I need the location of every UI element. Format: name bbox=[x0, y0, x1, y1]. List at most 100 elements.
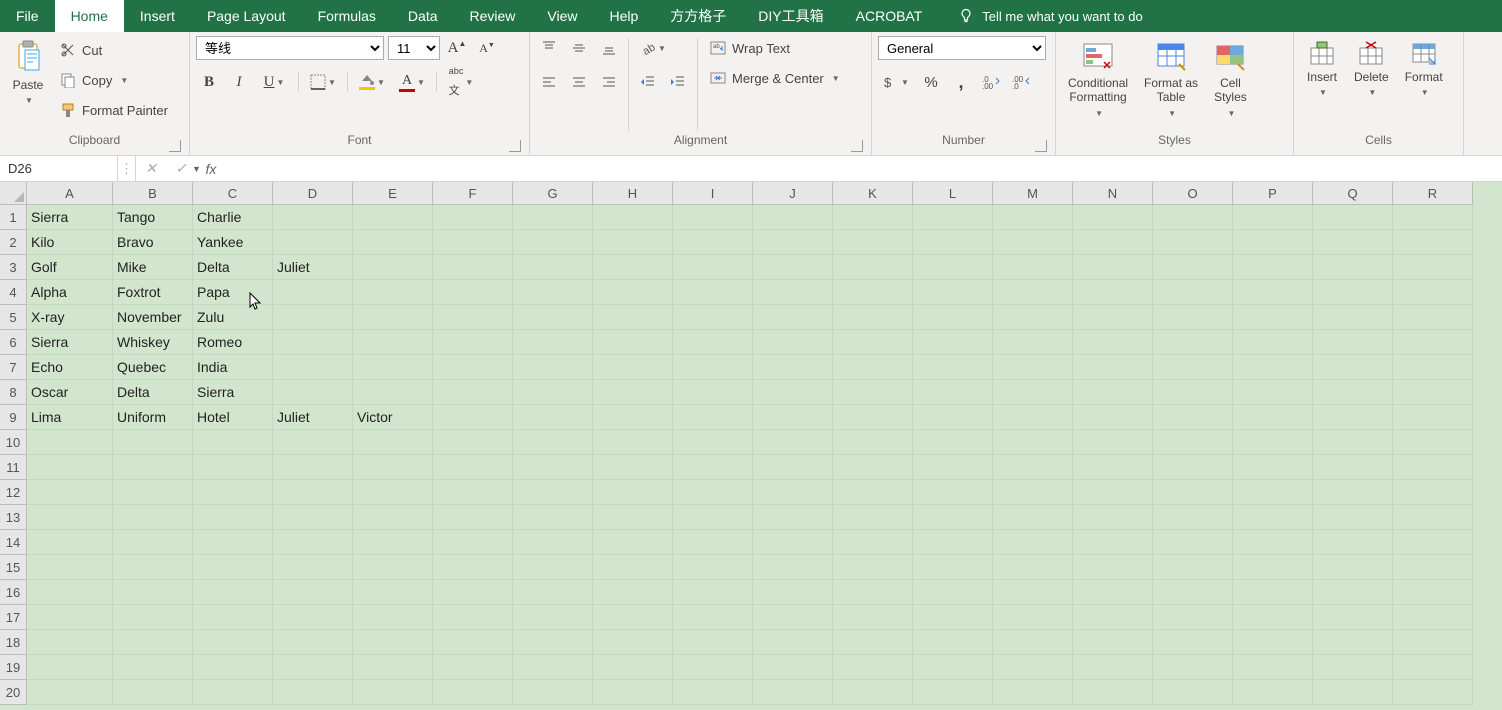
cell[interactable] bbox=[433, 430, 513, 455]
cell[interactable] bbox=[753, 280, 833, 305]
cell[interactable] bbox=[113, 530, 193, 555]
cell[interactable] bbox=[513, 555, 593, 580]
cell[interactable] bbox=[753, 605, 833, 630]
cell[interactable] bbox=[993, 255, 1073, 280]
cell[interactable] bbox=[1233, 205, 1313, 230]
cell[interactable] bbox=[993, 605, 1073, 630]
align-middle-button[interactable] bbox=[566, 36, 592, 60]
cell[interactable] bbox=[353, 455, 433, 480]
copy-button[interactable]: Copy ▼ bbox=[54, 68, 174, 92]
cell[interactable] bbox=[1233, 380, 1313, 405]
cell[interactable] bbox=[593, 255, 673, 280]
cell[interactable] bbox=[913, 655, 993, 680]
cell[interactable] bbox=[1233, 655, 1313, 680]
cell[interactable] bbox=[753, 405, 833, 430]
cell[interactable] bbox=[673, 380, 753, 405]
align-right-button[interactable] bbox=[596, 70, 622, 94]
cell[interactable] bbox=[753, 330, 833, 355]
cell[interactable] bbox=[673, 630, 753, 655]
cell[interactable] bbox=[1393, 280, 1473, 305]
cell[interactable]: Delta bbox=[113, 380, 193, 405]
cell[interactable] bbox=[433, 480, 513, 505]
cell[interactable] bbox=[193, 430, 273, 455]
cell[interactable] bbox=[353, 480, 433, 505]
cell[interactable] bbox=[593, 455, 673, 480]
cell[interactable] bbox=[27, 605, 113, 630]
cell[interactable] bbox=[913, 555, 993, 580]
cell[interactable] bbox=[193, 605, 273, 630]
percent-button[interactable]: % bbox=[918, 70, 944, 94]
cell[interactable] bbox=[353, 430, 433, 455]
cell[interactable] bbox=[1313, 580, 1393, 605]
dialog-launcher-icon[interactable] bbox=[169, 140, 181, 152]
dialog-launcher-icon[interactable] bbox=[851, 140, 863, 152]
formula-input[interactable] bbox=[226, 156, 1502, 181]
cell[interactable] bbox=[993, 405, 1073, 430]
cell[interactable]: India bbox=[193, 355, 273, 380]
cell[interactable] bbox=[993, 205, 1073, 230]
cancel-formula-button[interactable]: ✕ bbox=[136, 156, 166, 181]
cell[interactable] bbox=[1233, 355, 1313, 380]
cut-button[interactable]: Cut bbox=[54, 38, 174, 62]
cell[interactable] bbox=[113, 630, 193, 655]
row-header[interactable]: 17 bbox=[0, 605, 27, 630]
cell[interactable] bbox=[1313, 255, 1393, 280]
cell[interactable] bbox=[593, 555, 673, 580]
cell[interactable] bbox=[673, 330, 753, 355]
cell[interactable] bbox=[753, 555, 833, 580]
cell[interactable] bbox=[753, 355, 833, 380]
cell[interactable] bbox=[833, 505, 913, 530]
cell[interactable] bbox=[1313, 280, 1393, 305]
row-header[interactable]: 2 bbox=[0, 230, 27, 255]
font-size-select[interactable]: 11 bbox=[388, 36, 440, 60]
cell[interactable] bbox=[1313, 380, 1393, 405]
cell[interactable] bbox=[1313, 655, 1393, 680]
cell[interactable]: Sierra bbox=[27, 205, 113, 230]
cell[interactable] bbox=[913, 580, 993, 605]
menu-tab-insert[interactable]: Insert bbox=[124, 0, 191, 32]
name-box[interactable]: ▼ bbox=[0, 156, 118, 181]
cell[interactable] bbox=[1393, 505, 1473, 530]
cell[interactable] bbox=[273, 205, 353, 230]
cell[interactable] bbox=[1393, 305, 1473, 330]
insert-function-button[interactable]: fx bbox=[196, 156, 226, 181]
fill-color-button[interactable]: ▼ bbox=[354, 70, 390, 94]
menu-tab-file[interactable]: File bbox=[0, 0, 55, 32]
cell[interactable]: Tango bbox=[113, 205, 193, 230]
row-header[interactable]: 9 bbox=[0, 405, 27, 430]
cell[interactable] bbox=[513, 530, 593, 555]
cell[interactable] bbox=[353, 580, 433, 605]
menu-tab-data[interactable]: Data bbox=[392, 0, 454, 32]
cell[interactable] bbox=[993, 330, 1073, 355]
cell[interactable] bbox=[353, 630, 433, 655]
cell[interactable] bbox=[673, 530, 753, 555]
cell[interactable] bbox=[27, 680, 113, 705]
cell[interactable] bbox=[673, 655, 753, 680]
cell[interactable] bbox=[753, 305, 833, 330]
cell[interactable] bbox=[1153, 255, 1233, 280]
increase-indent-button[interactable] bbox=[665, 70, 691, 94]
cell[interactable] bbox=[27, 580, 113, 605]
font-color-button[interactable]: A▼ bbox=[394, 70, 430, 94]
cell[interactable] bbox=[433, 380, 513, 405]
row-header[interactable]: 7 bbox=[0, 355, 27, 380]
cell[interactable] bbox=[993, 230, 1073, 255]
cell[interactable] bbox=[27, 530, 113, 555]
cell[interactable] bbox=[273, 455, 353, 480]
cell[interactable] bbox=[113, 480, 193, 505]
cell[interactable] bbox=[433, 330, 513, 355]
cell[interactable] bbox=[353, 505, 433, 530]
cell[interactable] bbox=[1313, 330, 1393, 355]
cell[interactable] bbox=[1393, 405, 1473, 430]
menu-tab-help[interactable]: Help bbox=[594, 0, 655, 32]
cell[interactable] bbox=[513, 430, 593, 455]
cell[interactable] bbox=[913, 630, 993, 655]
cell[interactable] bbox=[993, 580, 1073, 605]
cell[interactable] bbox=[913, 255, 993, 280]
cell[interactable] bbox=[1233, 405, 1313, 430]
cell[interactable] bbox=[27, 480, 113, 505]
cell[interactable] bbox=[993, 630, 1073, 655]
cell[interactable] bbox=[273, 555, 353, 580]
cell-styles-button[interactable]: Cell Styles▼ bbox=[1208, 36, 1253, 122]
cell[interactable] bbox=[27, 430, 113, 455]
